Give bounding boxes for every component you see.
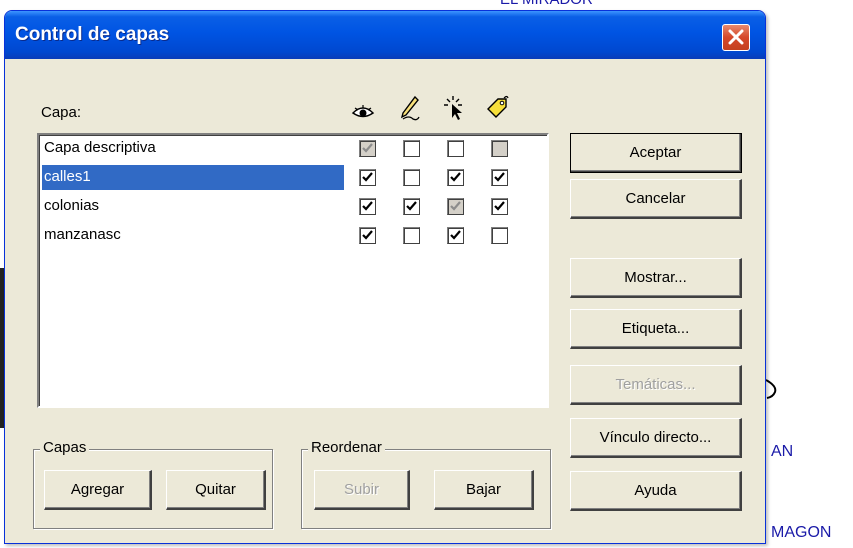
layer-row[interactable]: calles1 [42, 165, 542, 190]
selectable-checkbox[interactable] [447, 227, 464, 244]
close-icon [728, 29, 744, 45]
layer-name: colonias [44, 197, 100, 214]
editable-checkbox[interactable] [403, 140, 420, 157]
editable-checkbox[interactable] [403, 227, 420, 244]
select-cursor-icon [444, 96, 462, 120]
help-button[interactable]: Ayuda [570, 471, 742, 511]
layer-row[interactable]: manzanasc [42, 223, 542, 248]
move-down-button[interactable]: Bajar [434, 470, 534, 510]
labeled-checkbox[interactable] [491, 140, 508, 157]
layers-groupbox: Capas Agregar Quitar [33, 439, 273, 529]
visible-checkbox[interactable] [359, 227, 376, 244]
cancel-button[interactable]: Cancelar [570, 179, 742, 219]
check-mark-icon [494, 201, 505, 211]
dialog-title: Control de capas [15, 24, 170, 45]
check-mark-icon [494, 172, 505, 182]
selectable-checkbox[interactable] [447, 198, 464, 215]
labeled-checkbox[interactable] [491, 169, 508, 186]
visible-checkbox[interactable] [359, 140, 376, 157]
labeled-checkbox[interactable] [491, 227, 508, 244]
layer-listbox[interactable]: Capa descriptiva calles1 colonias manzanasc [37, 133, 549, 408]
check-mark-icon [362, 143, 373, 153]
label-button[interactable]: Etiqueta... [570, 309, 742, 349]
visible-checkbox[interactable] [359, 169, 376, 186]
layer-name: calles1 [42, 165, 344, 190]
reorder-groupbox: Reordenar Subir Bajar [301, 439, 551, 529]
selectable-checkbox[interactable] [447, 140, 464, 157]
visible-checkbox[interactable] [359, 198, 376, 215]
check-mark-icon [450, 230, 461, 240]
check-mark-icon [450, 201, 461, 211]
map-label-right-2: MAGON [771, 524, 832, 541]
layers-group-title: Capas [40, 439, 90, 456]
check-mark-icon [362, 201, 373, 211]
labeled-checkbox[interactable] [491, 198, 508, 215]
add-layer-button[interactable]: Agregar [44, 470, 152, 510]
layer-row[interactable]: Capa descriptiva [42, 136, 542, 161]
move-up-button[interactable]: Subir [314, 470, 410, 510]
eye-icon [351, 105, 375, 118]
check-mark-icon [450, 172, 461, 182]
editable-checkbox[interactable] [403, 198, 420, 215]
check-mark-icon [362, 172, 373, 182]
check-mark-icon [362, 230, 373, 240]
label-tag-icon [487, 95, 509, 118]
map-label-right-1: AN [771, 443, 794, 460]
reorder-group-title: Reordenar [308, 439, 385, 456]
remove-layer-button[interactable]: Quitar [166, 470, 266, 510]
thematics-button[interactable]: Temáticas... [570, 365, 742, 405]
close-button[interactable] [722, 24, 750, 51]
layer-control-dialog: Control de capas Capa: Capa descriptiva c… [4, 10, 766, 544]
show-button[interactable]: Mostrar... [570, 258, 742, 298]
layer-name: manzanasc [44, 226, 121, 243]
pencil-icon [400, 95, 420, 121]
selectable-checkbox[interactable] [447, 169, 464, 186]
title-bar[interactable]: Control de capas [5, 11, 765, 59]
layer-header-label: Capa: [41, 104, 82, 121]
layer-name: Capa descriptiva [44, 139, 156, 156]
accept-button[interactable]: Aceptar [570, 133, 742, 173]
check-mark-icon [406, 201, 417, 211]
editable-checkbox[interactable] [403, 169, 420, 186]
layer-row[interactable]: colonias [42, 194, 542, 219]
map-label-top: EL MIRADOR [500, 0, 593, 8]
direct-link-button[interactable]: Vínculo directo... [570, 418, 742, 458]
